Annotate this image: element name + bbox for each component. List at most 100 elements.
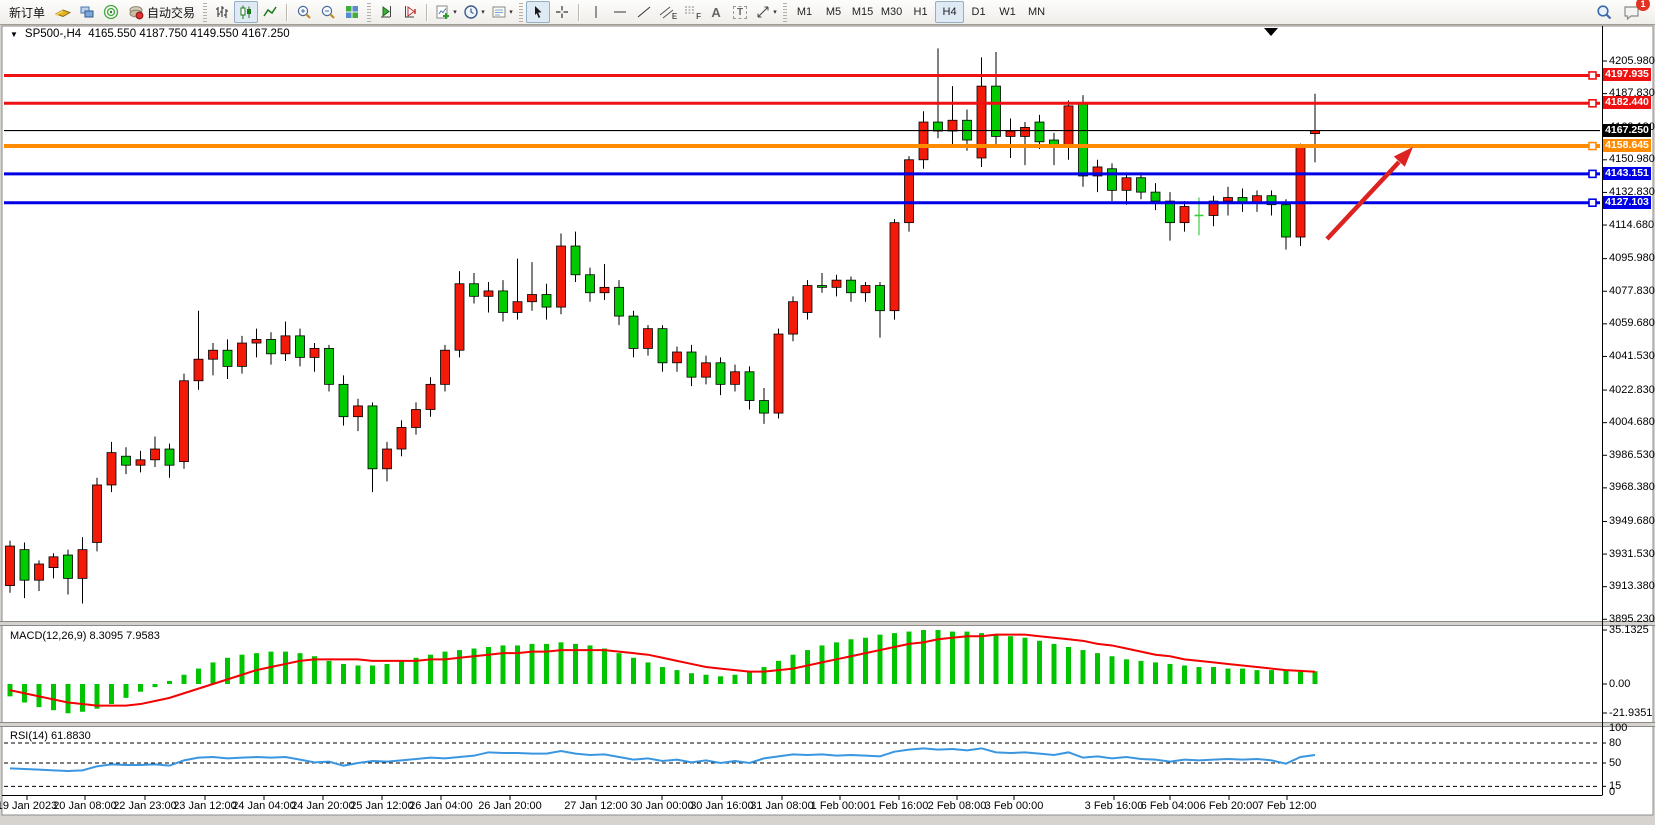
search-icon (1596, 4, 1613, 21)
fibonacci-letter: F (696, 12, 701, 21)
toolbar: 新订单 自动交易 (0, 0, 1655, 25)
auto-scroll-icon (378, 4, 394, 20)
rsi-panel[interactable] (2, 728, 1600, 794)
crosshair-icon (554, 4, 570, 20)
level-price-badge: 4143.151 (1603, 167, 1651, 180)
timeframe-button-h4[interactable]: H4 (935, 1, 964, 23)
vertical-line-button[interactable] (584, 1, 608, 23)
text-button[interactable]: A (704, 1, 728, 23)
level-price-badge: 4182.440 (1603, 96, 1651, 109)
dropdown-caret[interactable]: ▾ (509, 8, 513, 16)
dropdown-caret[interactable]: ▾ (773, 8, 777, 16)
chart-shift-marker[interactable] (1264, 28, 1278, 36)
text-label-icon: T (733, 6, 747, 19)
signals-button[interactable] (99, 1, 123, 23)
price-tick-label: 4077.830 (1609, 285, 1655, 298)
search-button[interactable] (1592, 1, 1616, 23)
mt4-window: 新订单 自动交易 (0, 0, 1655, 825)
auto-trading-button[interactable]: 自动交易 (123, 1, 200, 23)
timeframe-button-mn[interactable]: MN (1022, 1, 1051, 23)
price-tick-label: 4022.830 (1609, 384, 1655, 397)
periods-button[interactable]: ▾ (460, 1, 488, 23)
price-tick-label: 4205.980 (1609, 55, 1655, 68)
shapes-button[interactable]: ▾ (752, 1, 780, 23)
new-chart-icon (435, 4, 451, 20)
main-chart-panel[interactable] (2, 42, 1600, 621)
shapes-icon (755, 4, 771, 20)
toolbar-grip[interactable] (203, 3, 207, 22)
timeframe-button-m15[interactable]: M15 (848, 1, 877, 23)
macd-label: MACD(12,26,9) 8.3095 7.9583 (10, 630, 160, 643)
cursor-button[interactable] (526, 1, 550, 23)
chart-shift-button[interactable] (398, 1, 422, 23)
macd-title: MACD(12,26,9) (10, 630, 86, 642)
line-chart-button[interactable] (258, 1, 282, 23)
toolbar-grip[interactable] (783, 3, 787, 22)
chart-ohlc-values: 4165.550 4187.750 4149.550 4167.250 (88, 28, 289, 40)
symbol-info-arrow[interactable]: ▼ (10, 30, 18, 39)
chart-symbol-period: SP500-,H4 (25, 28, 81, 40)
toolbar-right-group: 1 (1592, 1, 1652, 23)
timeframe-button-w1[interactable]: W1 (993, 1, 1022, 23)
toolbar-separator (578, 4, 580, 21)
timeframe-button-h1[interactable]: H1 (906, 1, 935, 23)
market-watch-icon (79, 4, 95, 20)
zoom-in-button[interactable] (292, 1, 316, 23)
macd-axis-label: 0.00 (1609, 678, 1630, 691)
level-price-badge: 4127.103 (1603, 196, 1651, 209)
price-tick-label: 4041.530 (1609, 350, 1655, 363)
trendline-icon (636, 4, 652, 20)
level-price-badge: 4158.645 (1603, 139, 1651, 152)
line-chart-icon (262, 4, 278, 20)
chart-properties-icon (491, 4, 507, 20)
toolbar-separator (426, 4, 428, 21)
channel-button[interactable]: E (656, 1, 680, 23)
text-label-button[interactable]: T (728, 1, 752, 23)
vertical-line-icon (588, 4, 604, 20)
auto-trading-label: 自动交易 (147, 2, 195, 22)
trendline-button[interactable] (632, 1, 656, 23)
zoom-out-icon (320, 4, 336, 20)
current-price-badge: 4167.250 (1603, 124, 1651, 137)
tile-windows-button[interactable] (340, 1, 364, 23)
new-order-button[interactable]: 新订单 (3, 2, 51, 22)
dropdown-caret[interactable]: ▾ (481, 8, 485, 16)
rsi-label: RSI(14) 61.8830 (10, 730, 91, 743)
rsi-value: 61.8830 (51, 730, 91, 742)
tile-windows-icon (344, 4, 360, 20)
zoom-out-button[interactable] (316, 1, 340, 23)
toolbar-grip[interactable] (367, 3, 371, 22)
chart-profiles-button[interactable] (51, 1, 75, 23)
timeframe-button-m30[interactable]: M30 (877, 1, 906, 23)
toolbar-separator (286, 4, 288, 21)
timeframe-button-m1[interactable]: M1 (790, 1, 819, 23)
rsi-axis-label: 100 (1609, 722, 1627, 735)
price-tick-label: 4059.680 (1609, 317, 1655, 330)
fibonacci-button[interactable]: F (680, 1, 704, 23)
time-axis-label: 7 Feb 12:00 (1242, 800, 1332, 812)
auto-scroll-button[interactable] (374, 1, 398, 23)
price-tick-label: 4150.980 (1609, 153, 1655, 166)
new-chart-button[interactable]: ▾ (432, 1, 460, 23)
timeframe-button-m5[interactable]: M5 (819, 1, 848, 23)
text-icon: A (711, 5, 720, 20)
candlestick-chart-button[interactable] (234, 1, 258, 23)
timeframe-button-d1[interactable]: D1 (964, 1, 993, 23)
horizontal-line-button[interactable] (608, 1, 632, 23)
macd-values: 8.3095 7.9583 (89, 630, 159, 642)
macd-panel[interactable] (2, 627, 1600, 721)
horizontal-line-icon (612, 4, 628, 20)
bar-chart-button[interactable] (210, 1, 234, 23)
dropdown-caret[interactable]: ▾ (453, 8, 457, 16)
cursor-icon (530, 4, 546, 20)
chart-properties-button[interactable]: ▾ (488, 1, 516, 23)
chart-profiles-icon (55, 4, 71, 20)
notifications-button[interactable]: 1 (1620, 1, 1644, 23)
crosshair-button[interactable] (550, 1, 574, 23)
price-tick-label: 4114.680 (1609, 219, 1654, 232)
price-tick-label: 3949.680 (1609, 515, 1655, 528)
toolbar-grip[interactable] (519, 3, 523, 22)
market-watch-button[interactable] (75, 1, 99, 23)
periods-clock-icon (463, 4, 479, 20)
rsi-axis-label: 80 (1609, 737, 1621, 750)
